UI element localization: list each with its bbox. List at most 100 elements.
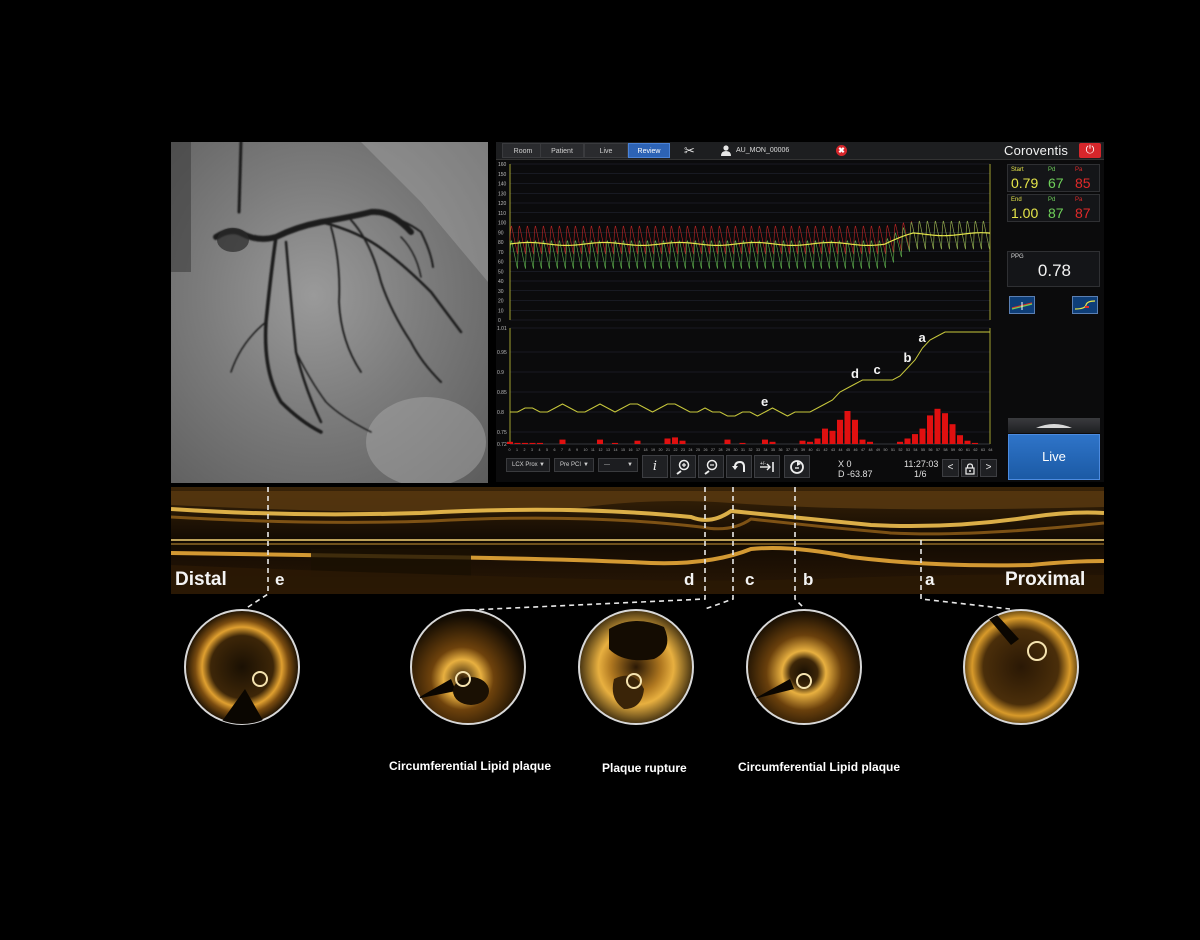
pullback-tick-label: 0.8 [497, 410, 504, 416]
pullback-x-tick: 21 [666, 448, 670, 452]
pullback-x-tick: 55 [921, 448, 925, 452]
pressure-tick-label: 50 [498, 269, 504, 275]
annotation-a: a [919, 330, 927, 345]
gradient-bar [957, 435, 963, 444]
delta-button[interactable]: +/- [754, 455, 780, 478]
start-ratio: 0.79 [1011, 175, 1039, 191]
pullback-x-tick: 6 [554, 448, 556, 452]
pullback-x-tick: 15 [621, 448, 625, 452]
pullback-x-tick: 50 [884, 448, 888, 452]
pullback-x-tick: 26 [704, 448, 708, 452]
pullback-x-tick: 52 [899, 448, 903, 452]
pressure-tick-label: 90 [498, 230, 504, 236]
zoom-in-button[interactable] [670, 455, 696, 478]
next-button[interactable]: > [980, 459, 997, 477]
proximal-label: Proximal [1005, 569, 1086, 590]
gradient-bar [529, 442, 536, 444]
pullback-tick-label: 0.72 [497, 442, 507, 448]
ppg-readout: PPG 0.78 [1007, 251, 1100, 287]
ppg-curve-icon[interactable] [1072, 296, 1098, 314]
gradient-bar [814, 438, 821, 444]
tab-review[interactable]: Review [628, 143, 670, 158]
pullback-x-tick: 35 [771, 448, 775, 452]
gradient-bar [507, 441, 513, 444]
tab-live[interactable]: Live [584, 143, 628, 158]
pressure-curve-icon[interactable] [1009, 296, 1035, 314]
gradient-bar [919, 428, 926, 444]
tools-icon[interactable]: ✂ [684, 143, 695, 158]
gradient-bar [822, 428, 828, 444]
segment-a-label: a [925, 570, 935, 589]
lock-button[interactable] [961, 459, 978, 477]
pullback-x-tick: 33 [756, 448, 760, 452]
pullback-x-tick: 29 [726, 448, 730, 452]
phase-dropdown[interactable]: Pre PCI ▼ [554, 458, 594, 472]
gradient-bar [844, 411, 851, 444]
pullback-x-tick: 13 [606, 448, 610, 452]
tab-patient[interactable]: Patient [540, 143, 584, 158]
gradient-bar [927, 415, 933, 444]
gradient-bar [522, 442, 528, 444]
pullback-x-tick: 34 [764, 448, 768, 452]
pullback-x-tick: 7 [561, 448, 563, 452]
zoom-out-button[interactable] [698, 455, 724, 478]
patient-id: AU_MON_00006 [736, 147, 790, 154]
info-button[interactable]: i [642, 455, 668, 478]
redo-button[interactable] [784, 455, 810, 478]
pressure-tick-label: 110 [498, 211, 506, 217]
pullback-tick-label: 0.75 [497, 430, 507, 436]
pullback-x-tick: 62 [974, 448, 978, 452]
pullback-x-tick: 0 [509, 448, 511, 452]
pullback-x-tick: 58 [944, 448, 948, 452]
gradient-bar [942, 413, 948, 444]
pullback-x-tick: 31 [741, 448, 745, 452]
third-value: --- [604, 462, 610, 468]
pullback-x-tick: 47 [861, 448, 865, 452]
user-icon [721, 145, 731, 156]
gradient-bar [634, 440, 641, 444]
pullback-x-tick: 22 [674, 448, 678, 452]
gradient-bar [799, 440, 806, 444]
lock-icon [964, 463, 975, 475]
start-pa-label: Pa [1075, 167, 1083, 173]
pullback-annotations: ab cd e [761, 330, 927, 409]
pressure-tick-label: 20 [498, 299, 504, 305]
pullback-x-tick: 27 [711, 448, 715, 452]
pressure-tick-label: 80 [498, 240, 504, 246]
power-button[interactable]: ⏻ [1079, 143, 1101, 158]
pullback-x-tick: 41 [816, 448, 820, 452]
start-pa-value: 85 [1075, 175, 1091, 191]
pullback-x-tick: 16 [629, 448, 633, 452]
gradient-bar [904, 438, 911, 444]
gradient-bar [769, 441, 776, 444]
pressure-tick-label: 70 [498, 250, 504, 256]
prev-button[interactable]: < [942, 459, 959, 477]
angiogram-image [171, 142, 488, 483]
pressure-tick-label: 130 [498, 191, 507, 197]
pullback-x-ticks: 0 1 2 3 4 5 6 7 8 9 10 11 12 13 14 15 16 17 18 19 20 21 22 23 24… [509, 448, 993, 452]
vessel-dropdown[interactable]: LCX Prox ▼ [506, 458, 550, 472]
chart-area: 160 150 140 130 120 110 100 90 80 70 60 50 40 30 20 10 0… [496, 160, 1000, 456]
pullback-x-tick: 64 [989, 448, 993, 452]
annotation-c: c [874, 362, 881, 377]
undo-icon [732, 460, 745, 472]
pullback-x-tick: 24 [689, 448, 693, 452]
pullback-x-tick: 48 [869, 448, 873, 452]
live-button[interactable]: Live [1008, 418, 1100, 480]
end-ratio: 1.00 [1011, 205, 1039, 221]
pullback-x-tick: 44 [839, 448, 843, 452]
gradient-bar [664, 438, 671, 444]
pressure-tick-label: 160 [498, 162, 507, 168]
tab-room[interactable]: Room [502, 143, 544, 158]
close-patient-button[interactable]: ✖ [836, 145, 847, 156]
pullback-x-tick: 38 [794, 448, 798, 452]
pullback-x-tick: 19 [651, 448, 655, 452]
annotation-d: d [851, 366, 859, 381]
pullback-tick-label: 0.9 [497, 370, 504, 376]
undo-button[interactable] [726, 455, 752, 478]
third-dropdown[interactable]: --- ▼ [598, 458, 638, 472]
pullback-x-tick: 11 [591, 448, 595, 452]
gradient-bar [559, 439, 566, 444]
caption-c: Plaque rupture [602, 761, 687, 775]
pullback-x-tick: 18 [644, 448, 648, 452]
